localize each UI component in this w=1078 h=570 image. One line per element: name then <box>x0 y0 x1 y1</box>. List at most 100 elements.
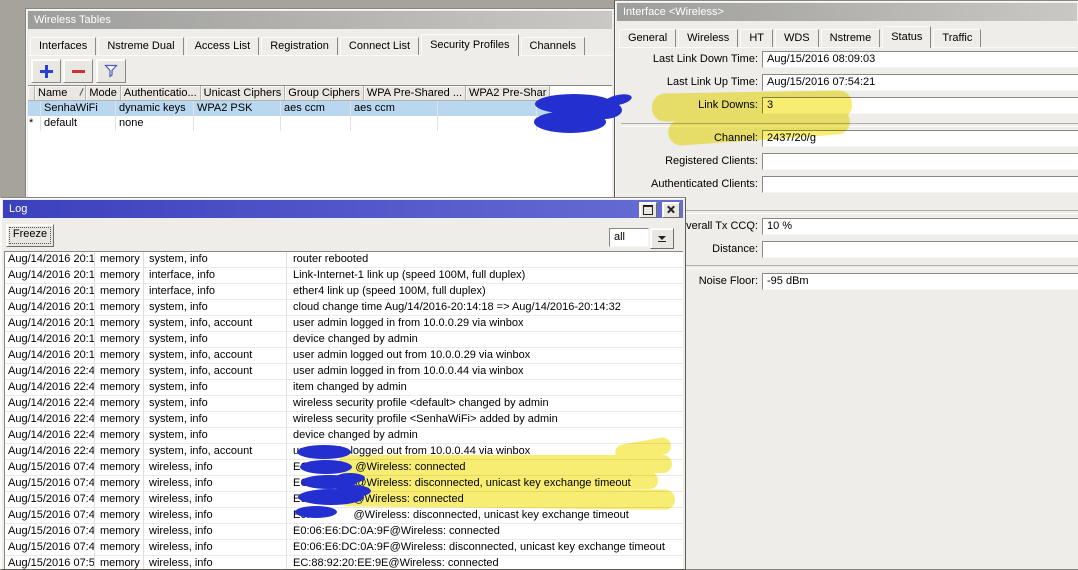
wireless-tables-tab[interactable]: Security Profiles <box>421 34 519 56</box>
log-row[interactable]: Aug/15/2016 07:44:41 memory wireless, in… <box>5 524 683 540</box>
log-row[interactable]: Aug/15/2016 07:44:46 memory wireless, in… <box>5 540 683 556</box>
log-row[interactable]: Aug/14/2016 22:49:12 memory system, info… <box>5 428 683 444</box>
table-row[interactable]: SenhaWiFi dynamic keys WPA2 PSK aes ccm … <box>28 101 612 116</box>
column-header[interactable]: Name <box>35 86 87 101</box>
log-row[interactable]: Aug/15/2016 07:40:10 memory wireless, in… <box>5 476 683 492</box>
log-time: Aug/15/2016 07:44:40 <box>5 508 95 523</box>
column-header[interactable]: WPA Pre-Shared ... <box>363 86 467 101</box>
log-row[interactable]: Aug/14/2016 20:16:12 memory system, info… <box>5 332 683 348</box>
add-button[interactable] <box>31 59 61 83</box>
wireless-tables-tab[interactable]: Connect List <box>339 37 420 55</box>
tab-label: Traffic <box>942 32 973 44</box>
remove-button[interactable] <box>63 59 93 83</box>
log-row[interactable]: Aug/14/2016 22:49:00 memory system, info… <box>5 412 683 428</box>
close-button[interactable] <box>662 202 680 218</box>
log-titlebar[interactable]: Log <box>3 200 683 218</box>
log-row[interactable]: Aug/14/2016 20:18:49 memory system, info… <box>5 348 683 364</box>
interface-panel-tab[interactable]: Status <box>882 26 932 48</box>
log-message: EC: @Wireless: disconnected, unicast key … <box>287 476 683 491</box>
log-topics: wireless, info <box>144 460 287 475</box>
log-buffer: memory <box>95 460 144 475</box>
interface-panel-tab[interactable]: Traffic <box>933 29 982 47</box>
log-row[interactable]: Aug/15/2016 07:40:05 memory wireless, in… <box>5 460 683 476</box>
log-buffer: memory <box>95 348 144 363</box>
log-topics: system, info, account <box>144 364 287 379</box>
interface-panel-title: Interface <Wireless> <box>623 6 724 18</box>
interface-panel-tab[interactable]: Nstreme <box>820 29 881 47</box>
column-header[interactable]: Mode <box>86 86 121 101</box>
log-topics: system, info <box>144 380 287 395</box>
log-row[interactable]: Aug/14/2016 22:49:17 memory system, info… <box>5 444 683 460</box>
log-message: device changed by admin <box>287 428 683 443</box>
log-row[interactable]: Aug/14/2016 20:14:32 memory system, info… <box>5 300 683 316</box>
maximize-button[interactable] <box>638 202 657 218</box>
table-row[interactable]: * default none <box>28 116 612 131</box>
cell-unicast-ciphers: aes ccm <box>281 101 351 116</box>
last-link-up-time-label: Last Link Up Time: <box>666 76 758 88</box>
log-topics: system, info <box>144 332 287 347</box>
log-message: E0: @Wireless: disconnected, unicast key … <box>287 508 683 523</box>
log-buffer: memory <box>95 332 144 347</box>
column-header-label: Mode <box>89 87 117 99</box>
interface-panel-titlebar[interactable]: Interface <Wireless> <box>617 3 1077 21</box>
wireless-tables-titlebar[interactable]: Wireless Tables <box>28 11 612 29</box>
column-header[interactable]: Unicast Ciphers <box>200 86 286 101</box>
last-link-down-time-label: Last Link Down Time: <box>652 53 758 65</box>
interface-panel-tab[interactable]: WDS <box>774 29 819 47</box>
log-row[interactable]: Aug/14/2016 20:14:02 memory system, info… <box>5 252 683 268</box>
log-message: Link-Internet-1 link up (speed 100M, ful… <box>287 268 683 283</box>
interface-panel-tab[interactable]: Wireless <box>678 29 739 47</box>
log-message-text: E0:06:E6:DC:0A:9F@Wireless: disconnected… <box>293 541 665 553</box>
filter-button[interactable] <box>96 59 126 83</box>
log-row[interactable]: Aug/15/2016 07:44:35 memory wireless, in… <box>5 492 683 508</box>
interface-panel-tab[interactable]: HT <box>740 29 773 47</box>
column-header[interactable]: Authenticatio... <box>120 86 201 101</box>
log-message: cloud change time Aug/14/2016-20:14:18 =… <box>287 300 683 315</box>
interface-panel-tab[interactable]: General <box>619 29 677 47</box>
column-header[interactable] <box>28 86 35 101</box>
log-message: E0:06:E6:DC:0A:9F@Wireless: disconnected… <box>287 540 683 555</box>
log-row[interactable]: Aug/14/2016 20:14:10 memory interface, i… <box>5 268 683 284</box>
log-row[interactable]: Aug/14/2016 20:14:53 memory system, info… <box>5 316 683 332</box>
cell-mode: dynamic keys <box>116 101 194 116</box>
log-message-text: EC:88:92:20:EE:9E@Wireless: connected <box>293 557 499 569</box>
wireless-tables-tab[interactable]: Nstreme Dual <box>98 37 184 55</box>
cell-authentication <box>194 116 281 131</box>
log-topics: wireless, info <box>144 524 287 539</box>
log-row[interactable]: Aug/14/2016 20:14:10 memory interface, i… <box>5 284 683 300</box>
log-message: E0: @Wireless: connected <box>287 492 683 507</box>
log-time: Aug/14/2016 22:45:22 <box>5 364 95 379</box>
wireless-tables-tab[interactable]: Interfaces <box>30 37 97 55</box>
log-topics: system, info <box>144 300 287 315</box>
log-row[interactable]: Aug/14/2016 22:46:29 memory system, info… <box>5 380 683 396</box>
log-time: Aug/14/2016 22:46:29 <box>5 380 95 395</box>
freeze-button[interactable]: Freeze <box>6 224 54 247</box>
cell-wpa-psk <box>438 116 537 131</box>
column-header[interactable]: Group Ciphers <box>285 86 364 101</box>
log-row[interactable]: Aug/14/2016 22:47:36 memory system, info… <box>5 396 683 412</box>
wireless-tables-tab[interactable]: Channels <box>520 37 586 55</box>
tab-label: Nstreme Dual <box>107 40 175 52</box>
filter-icon <box>104 64 118 78</box>
log-buffer: memory <box>95 508 144 523</box>
log-topics: system, info, account <box>144 316 287 331</box>
log-time: Aug/15/2016 07:50:19 <box>5 556 95 569</box>
link-downs-value: 3 <box>762 97 1078 114</box>
column-header[interactable]: WPA2 Pre-Shar <box>466 86 551 101</box>
maximize-icon <box>642 205 653 215</box>
log-filter-dropdown-button[interactable] <box>650 228 674 249</box>
cell-wpa-psk <box>438 101 537 116</box>
wireless-tables-tab[interactable]: Registration <box>261 37 338 55</box>
log-buffer: memory <box>95 268 144 283</box>
close-icon <box>666 205 675 214</box>
noise-floor-value: -95 dBm <box>762 273 1078 290</box>
wireless-tables-tab[interactable]: Access List <box>185 37 260 55</box>
log-buffer: memory <box>95 396 144 411</box>
log-list[interactable]: Aug/14/2016 20:14:02 memory system, info… <box>4 251 683 569</box>
log-message-text: @Wireless: connected <box>355 461 466 473</box>
log-row[interactable]: Aug/15/2016 07:44:40 memory wireless, in… <box>5 508 683 524</box>
log-filter-select[interactable]: all <box>609 228 649 247</box>
authenticated-clients-value <box>762 176 1078 193</box>
log-row[interactable]: Aug/14/2016 22:45:22 memory system, info… <box>5 364 683 380</box>
log-row[interactable]: Aug/15/2016 07:50:19 memory wireless, in… <box>5 556 683 569</box>
